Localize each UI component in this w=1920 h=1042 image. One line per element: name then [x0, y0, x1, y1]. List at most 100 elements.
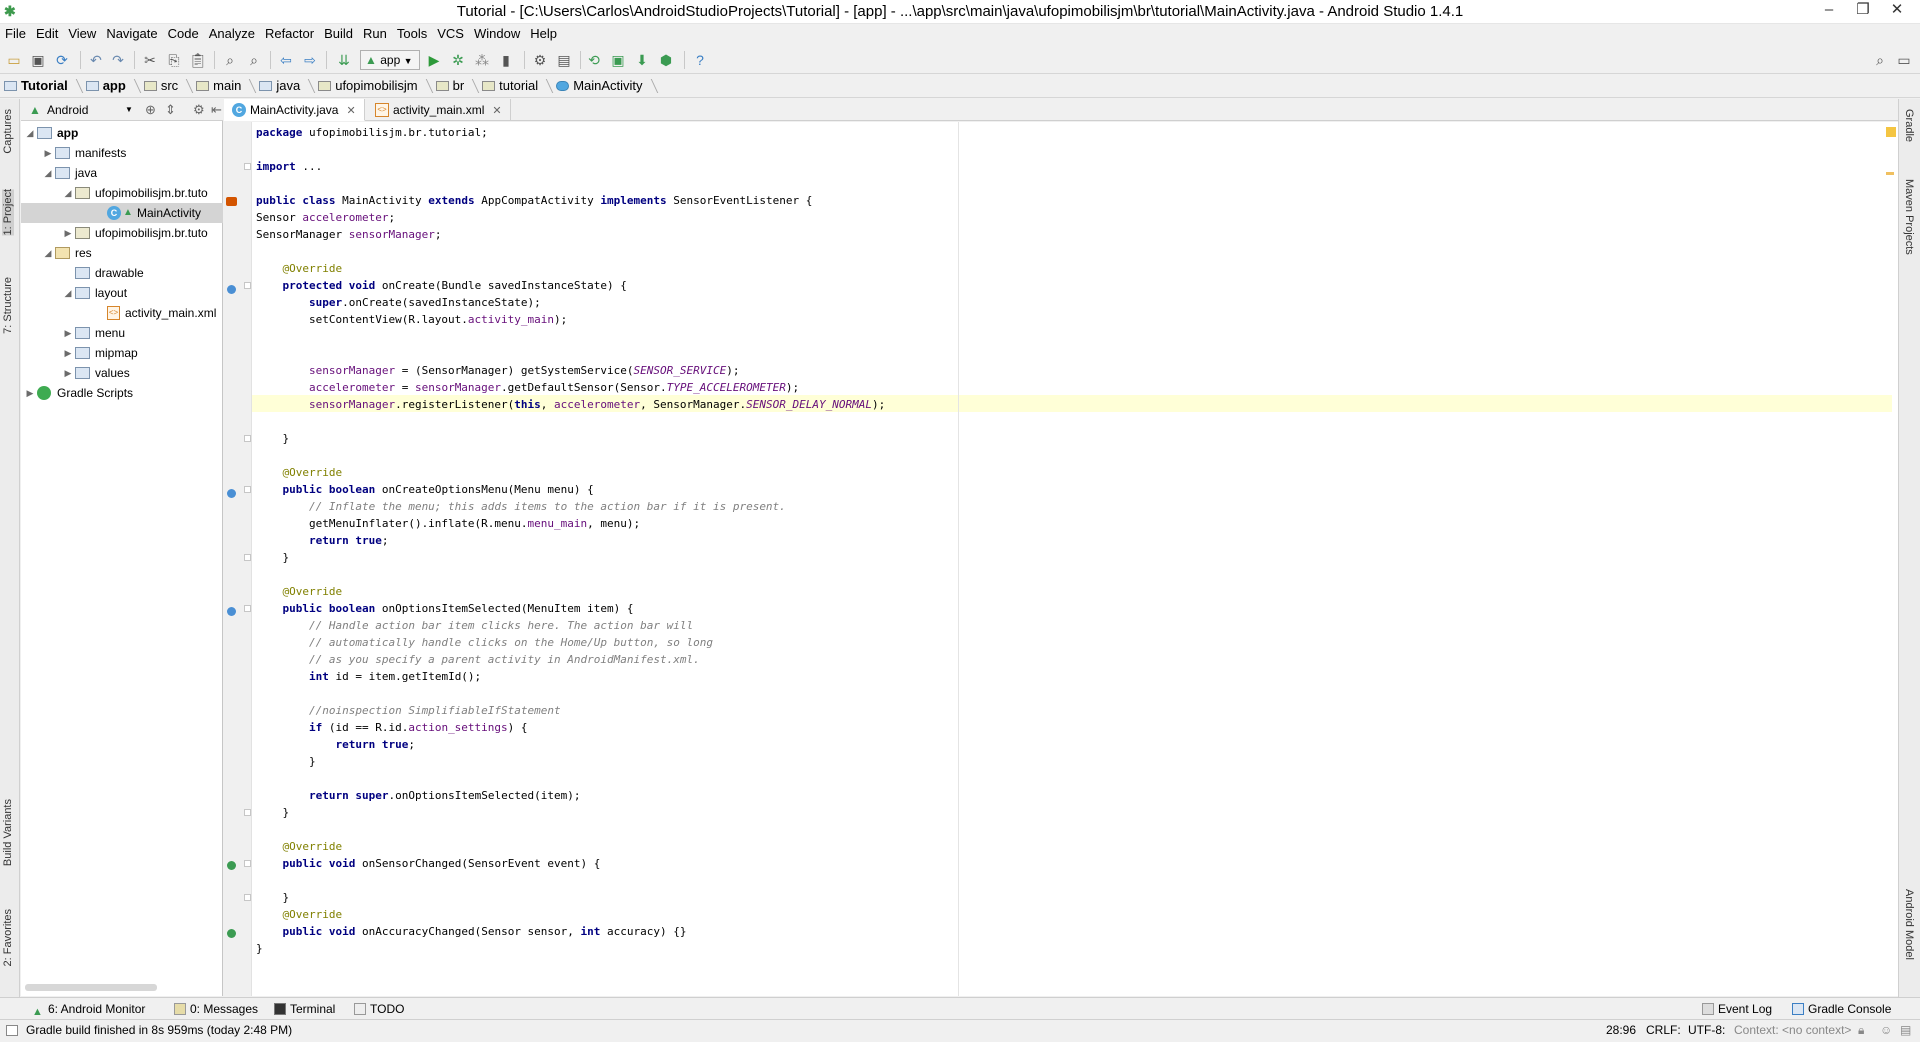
- code-line[interactable]: Sensor accelerometer;: [256, 209, 395, 226]
- implementation-marker-icon[interactable]: [226, 197, 237, 206]
- help-icon[interactable]: ?: [690, 50, 710, 70]
- fold-marker-icon[interactable]: [244, 554, 251, 561]
- android-monitor-tab[interactable]: ▲ 6: Android Monitor: [30, 1000, 145, 1018]
- maven-projects-tab[interactable]: Maven Projects: [1903, 179, 1915, 255]
- menu-build[interactable]: Build: [319, 24, 358, 44]
- favorites-tab[interactable]: 2: Favorites: [2, 909, 14, 966]
- tree-item-manifests[interactable]: ▶ manifests: [21, 143, 223, 163]
- project-tab[interactable]: 1: Project: [2, 189, 14, 236]
- tree-item-mainactivity[interactable]: C ▲ MainActivity: [21, 203, 223, 223]
- settings-icon[interactable]: ▤: [554, 50, 574, 70]
- run-icon[interactable]: ▶: [424, 50, 444, 70]
- gear-icon[interactable]: ⚙: [193, 102, 205, 118]
- breadcrumb-item[interactable]: MainActivity: [552, 76, 646, 96]
- warning-mark[interactable]: [1886, 172, 1894, 175]
- find-icon[interactable]: ⌕: [220, 50, 240, 70]
- code-line[interactable]: return super.onOptionsItemSelected(item)…: [256, 787, 581, 804]
- hide-panel-icon[interactable]: ⇤: [211, 102, 222, 118]
- code-line[interactable]: // as you specify a parent activity in A…: [256, 651, 700, 668]
- code-line[interactable]: protected void onCreate(Bundle savedInst…: [256, 277, 627, 294]
- tab-activity-main-xml[interactable]: <> activity_main.xml ✕: [367, 99, 511, 121]
- tree-item-layout[interactable]: ◢ layout: [21, 283, 223, 303]
- project-structure-icon[interactable]: ⚙: [530, 50, 550, 70]
- code-line[interactable]: }: [256, 549, 289, 566]
- menu-edit[interactable]: Edit: [31, 24, 63, 44]
- breadcrumb-item[interactable]: Tutorial: [0, 76, 72, 96]
- event-log-toggle-icon[interactable]: ▭: [1894, 50, 1914, 70]
- back-icon[interactable]: ⇦: [276, 50, 296, 70]
- tree-item-gradle-scripts[interactable]: ▶ Gradle Scripts: [21, 383, 223, 403]
- menu-run[interactable]: Run: [358, 24, 392, 44]
- code-line[interactable]: public boolean onOptionsItemSelected(Men…: [256, 600, 634, 617]
- code-line[interactable]: }: [256, 753, 316, 770]
- attach-debugger-icon[interactable]: ⁂: [472, 50, 492, 70]
- tree-item-app[interactable]: ◢ app: [21, 123, 223, 143]
- undo-icon[interactable]: ↶: [86, 50, 106, 70]
- code-line[interactable]: int id = item.getItemId();: [256, 668, 481, 685]
- breadcrumb-item[interactable]: main: [192, 76, 245, 96]
- line-separator[interactable]: CRLF:: [1646, 1023, 1681, 1037]
- breadcrumb-item[interactable]: src: [140, 76, 182, 96]
- event-log-tab[interactable]: Event Log: [1700, 1000, 1772, 1018]
- collapse-all-icon[interactable]: ⇕: [165, 102, 176, 118]
- avd-manager-icon[interactable]: ▣: [608, 50, 628, 70]
- code-line[interactable]: return true;: [256, 736, 415, 753]
- tree-item-res[interactable]: ◢ res: [21, 243, 223, 263]
- tree-item-values[interactable]: ▶ values: [21, 363, 223, 383]
- code-line[interactable]: SensorManager sensorManager;: [256, 226, 441, 243]
- fold-marker-icon[interactable]: [244, 860, 251, 867]
- code-line[interactable]: accelerometer = sensorManager.getDefault…: [256, 379, 799, 396]
- editor-gutter[interactable]: [224, 122, 252, 996]
- code-line[interactable]: if (id == R.id.action_settings) {: [256, 719, 528, 736]
- tree-item-package-test[interactable]: ▶ ufopimobilisjm.br.tuto: [21, 223, 223, 243]
- code-line[interactable]: public boolean onCreateOptionsMenu(Menu …: [256, 481, 594, 498]
- code-line[interactable]: return true;: [256, 532, 389, 549]
- forward-icon[interactable]: ⇨: [300, 50, 320, 70]
- override-marker-icon[interactable]: [227, 285, 236, 294]
- minimize-icon[interactable]: –: [1812, 0, 1846, 22]
- messages-tab[interactable]: 0: Messages: [172, 1000, 258, 1018]
- close-tab-icon[interactable]: ✕: [346, 105, 355, 117]
- code-line[interactable]: // Inflate the menu; this adds items to …: [256, 498, 786, 515]
- code-line[interactable]: sensorManager = (SensorManager) getSyste…: [256, 362, 739, 379]
- paste-icon[interactable]: 📋︎: [188, 50, 208, 70]
- close-tab-icon[interactable]: ✕: [492, 105, 501, 117]
- breadcrumb-item[interactable]: br: [432, 76, 469, 96]
- menu-navigate[interactable]: Navigate: [101, 24, 162, 44]
- code-line[interactable]: public void onSensorChanged(SensorEvent …: [256, 855, 601, 872]
- fold-marker-icon[interactable]: [244, 163, 251, 170]
- debug-icon[interactable]: ✲: [448, 50, 468, 70]
- code-editor[interactable]: package ufopimobilisjm.br.tutorial; impor…: [252, 122, 1898, 996]
- code-line[interactable]: @Override: [256, 464, 343, 481]
- structure-tab[interactable]: 7: Structure: [2, 277, 14, 334]
- todo-tab[interactable]: TODO: [352, 1000, 404, 1018]
- code-line[interactable]: super.onCreate(savedInstanceState);: [256, 294, 541, 311]
- implement-marker-icon[interactable]: [227, 861, 236, 870]
- make-project-icon[interactable]: ⇊: [334, 50, 354, 70]
- caret-position[interactable]: 28:96: [1606, 1023, 1636, 1037]
- fold-marker-icon[interactable]: [244, 435, 251, 442]
- menu-code[interactable]: Code: [163, 24, 204, 44]
- warning-status-icon[interactable]: [1886, 127, 1896, 137]
- code-line[interactable]: import ...: [256, 158, 322, 175]
- menu-view[interactable]: View: [63, 24, 101, 44]
- code-line[interactable]: sensorManager.registerListener(this, acc…: [256, 396, 885, 413]
- run-configuration-select[interactable]: ▲ app ▼: [360, 50, 420, 70]
- context-indicator[interactable]: Context: <no context>: [1734, 1023, 1851, 1037]
- gradle-tab[interactable]: Gradle: [1903, 109, 1915, 142]
- android-model-tab[interactable]: Android Model: [1903, 889, 1915, 960]
- file-encoding[interactable]: UTF-8:: [1688, 1023, 1725, 1037]
- code-line[interactable]: @Override: [256, 260, 343, 277]
- fold-marker-icon[interactable]: [244, 809, 251, 816]
- tree-item-package[interactable]: ◢ ufopimobilisjm.br.tuto: [21, 183, 223, 203]
- implement-marker-icon[interactable]: [227, 929, 236, 938]
- fold-marker-icon[interactable]: [244, 486, 251, 493]
- code-line[interactable]: }: [256, 430, 289, 447]
- menu-file[interactable]: File: [0, 24, 31, 44]
- menu-refactor[interactable]: Refactor: [260, 24, 319, 44]
- menu-tools[interactable]: Tools: [392, 24, 432, 44]
- terminal-tab[interactable]: Terminal: [272, 1000, 335, 1018]
- status-message[interactable]: Gradle build finished in 8s 959ms (today…: [26, 1023, 292, 1037]
- menu-help[interactable]: Help: [525, 24, 562, 44]
- memory-indicator-icon[interactable]: ▤: [1900, 1023, 1911, 1037]
